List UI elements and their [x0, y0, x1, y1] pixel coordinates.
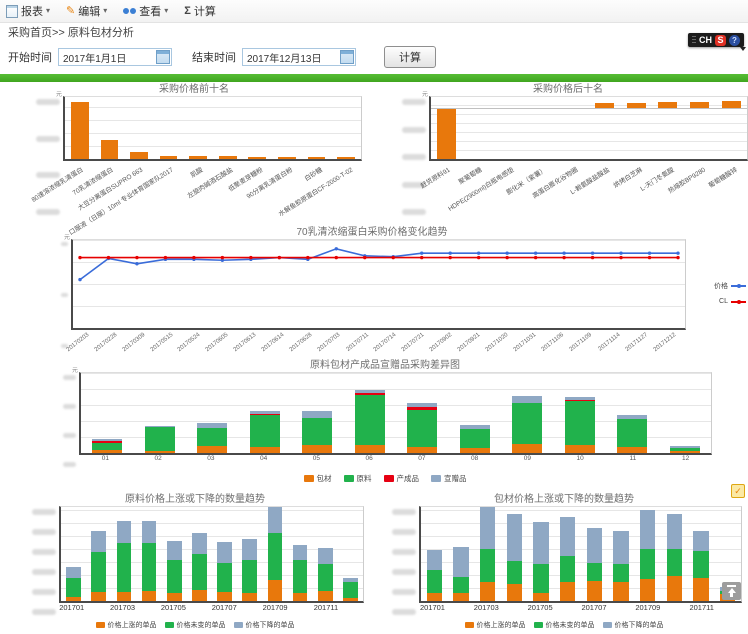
x-axis-labels: 2017020320170228201703092017051520170524…	[71, 330, 686, 350]
ime-language-label[interactable]: CH	[699, 35, 712, 45]
category-legend: 包材原料产成品宣赠品	[58, 473, 712, 484]
sogou-icon[interactable]: S	[715, 35, 726, 46]
chart-bottom10-prices: 采购价格后十名 元 赶货原料91聚葡萄糖HDPE(2900ml)白瓶电感垫膨化米…	[388, 84, 748, 218]
report-icon	[6, 5, 18, 18]
filter-bar: 开始时间 结束时间 计算	[0, 43, 748, 71]
sigma-icon: Σ	[184, 5, 191, 17]
menu-edit[interactable]: ✎ 编辑 ▾	[66, 3, 107, 19]
plot-area: 元	[63, 96, 362, 161]
plot-area	[419, 506, 742, 603]
end-time-label: 结束时间	[192, 49, 236, 65]
chart-material-price-change: 原料价格上涨或下降的数量趋势 2017012017032017052017072…	[26, 494, 364, 630]
chevron-down-icon: ▾	[164, 7, 168, 15]
start-date-input[interactable]	[58, 48, 172, 66]
start-date-field	[58, 48, 172, 66]
breadcrumb: 采购首页>> 原料包材分析	[0, 23, 748, 43]
calendar-icon[interactable]	[156, 50, 170, 64]
dashboard-page: 报表 ▾ ✎ 编辑 ▾ 查看 ▾ Σ 计算 采购首页>> 原料包材分析 开始时间…	[0, 0, 748, 634]
y-axis-unit: 元	[64, 232, 70, 241]
chart-top10-prices: 采购价格前十名 元 80速溶浓缩乳清蛋白70乳清浓缩蛋白大豆分离蛋白SUPRO …	[26, 84, 362, 218]
x-axis-labels: 201701201703201705201707201709201711	[59, 603, 364, 615]
y-axis-unit: 元	[422, 89, 428, 98]
start-time-label: 开始时间	[8, 49, 52, 65]
breadcrumb-separator: >>	[52, 27, 65, 39]
y-axis-labels	[58, 239, 71, 351]
pencil-icon: ✎	[66, 6, 75, 17]
material-legend: 价格上涨的单品价格未变的单品价格下降的单品	[26, 620, 364, 630]
plot-area: 元	[429, 96, 748, 161]
menu-view[interactable]: 查看 ▾	[123, 3, 168, 19]
ime-toolbar: CH S ?	[688, 33, 744, 47]
annotation-check-icon[interactable]: ✓	[731, 484, 745, 498]
x-axis-labels: 赶货原料91聚葡萄糖HDPE(2900ml)白瓶电感垫膨化米（紫薯）高蛋白膨化谷…	[429, 161, 748, 217]
back-to-top-button[interactable]	[722, 582, 741, 600]
end-date-input[interactable]	[242, 48, 356, 66]
breadcrumb-home[interactable]: 采购首页	[8, 27, 52, 39]
y-axis-labels	[26, 506, 59, 618]
chart-title: 包材价格上涨或下降的数量趋势	[386, 494, 742, 505]
chart-title: 原料包材产成品宣赠品采购差异图	[58, 360, 712, 371]
y-axis-labels	[388, 96, 429, 218]
chevron-down-icon: ▾	[103, 7, 107, 15]
y-axis-labels	[386, 506, 419, 618]
menu-view-label: 查看	[139, 3, 161, 19]
x-axis-labels: 010203040506070809101112	[79, 455, 712, 467]
ime-tail-icon	[740, 47, 746, 51]
packaging-legend: 价格上涨的单品价格未变的单品价格下降的单品	[386, 620, 742, 630]
breadcrumb-current: 原料包材分析	[68, 27, 134, 39]
x-axis-labels: 201701201703201705201707201709201711	[419, 603, 742, 615]
chart-title: 70乳清浓缩蛋白采购价格变化趋势	[58, 227, 686, 238]
chart-category-diff: 原料包材产成品宣赠品采购差异图 元 0102030405060708091011…	[58, 360, 712, 484]
divider-bar	[0, 74, 748, 82]
y-axis-unit: 元	[72, 365, 78, 374]
plot-area: 元	[79, 372, 712, 455]
chevron-down-icon: ▾	[46, 7, 50, 15]
menubar: 报表 ▾ ✎ 编辑 ▾ 查看 ▾ Σ 计算	[0, 0, 748, 23]
up-arrow-icon	[727, 585, 736, 587]
x-axis-labels: 80速溶浓缩乳清蛋白70乳清浓缩蛋白大豆分离蛋白SUPRO 663口服液（日服）…	[63, 161, 362, 217]
menu-report[interactable]: 报表 ▾	[6, 3, 50, 19]
chart-title: 采购价格前十名	[26, 84, 362, 95]
trend-legend: 价格CL	[688, 281, 746, 305]
y-axis-unit: 元	[56, 89, 62, 98]
menu-report-label: 报表	[21, 3, 43, 19]
menu-calculate[interactable]: Σ 计算	[184, 3, 216, 19]
plot-area: 元	[71, 239, 686, 330]
end-date-field	[242, 48, 356, 66]
calendar-icon[interactable]	[340, 50, 354, 64]
ime-grip-icon[interactable]	[692, 36, 696, 45]
y-axis-labels	[58, 372, 79, 470]
chart-title: 原料价格上涨或下降的数量趋势	[26, 494, 364, 505]
plot-area	[59, 506, 364, 603]
chart-packaging-price-change: 包材价格上涨或下降的数量趋势 2017012017032017052017072…	[386, 494, 742, 630]
calculate-button[interactable]: 计算	[384, 46, 436, 68]
binoculars-icon	[123, 8, 129, 14]
chart-title: 采购价格后十名	[388, 84, 748, 95]
menu-edit-label: 编辑	[78, 3, 100, 19]
menu-calculate-label: 计算	[194, 3, 216, 19]
help-icon[interactable]: ?	[729, 35, 740, 46]
chart-price-trend: 70乳清浓缩蛋白采购价格变化趋势 元 201702032017022820170…	[58, 227, 686, 351]
